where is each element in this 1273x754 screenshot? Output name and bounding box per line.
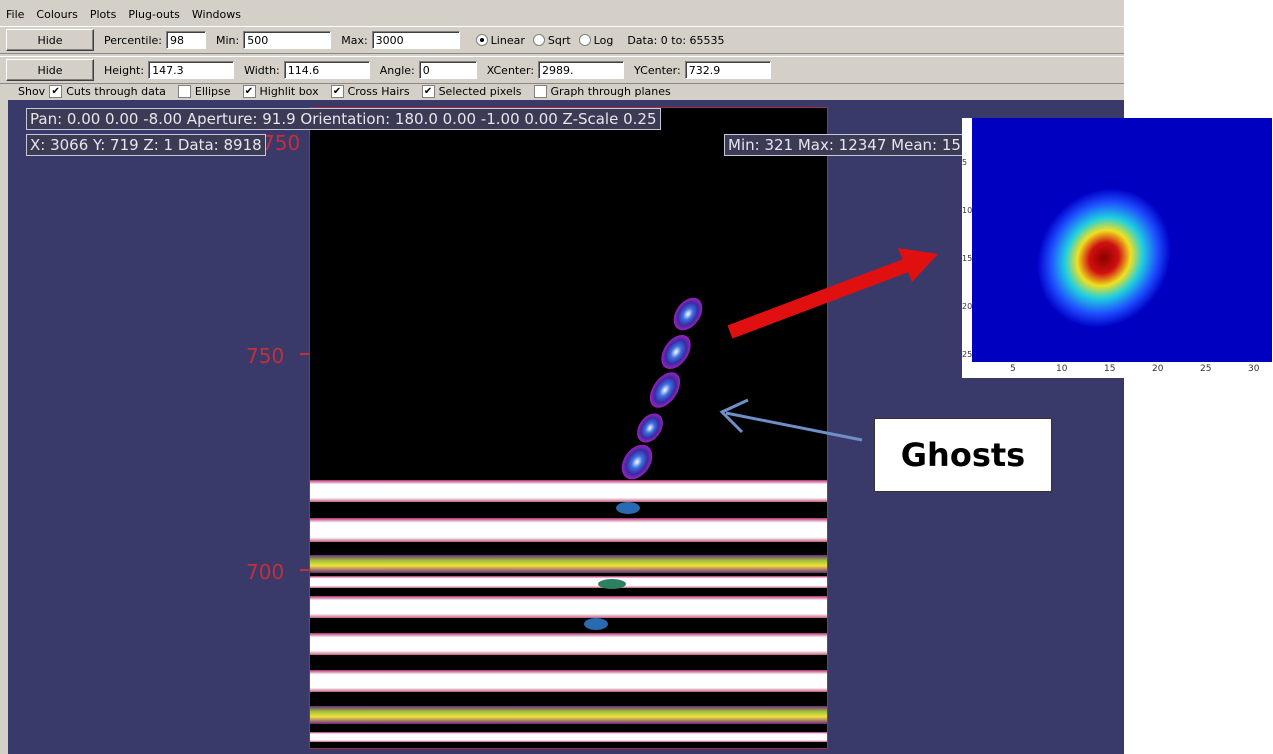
blue-arrow xyxy=(719,398,863,442)
ghosts-annotation-label: Ghosts xyxy=(874,418,1052,492)
annotation-arrows xyxy=(719,248,938,442)
red-arrow xyxy=(727,248,938,339)
